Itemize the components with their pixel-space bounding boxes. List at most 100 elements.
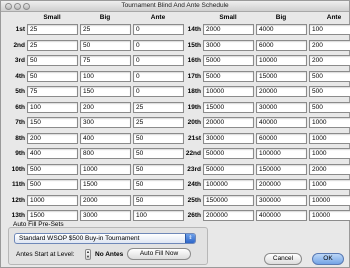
ante-blind-field[interactable]: 0	[133, 39, 184, 51]
ante-blind-field[interactable]: 1000	[309, 132, 350, 144]
header-ante-left: Ante	[150, 14, 166, 21]
small-blind-field[interactable]: 75	[27, 86, 78, 97]
big-blind-field[interactable]: 300000	[256, 194, 307, 206]
small-blind-field[interactable]: 10000	[203, 86, 254, 97]
big-blind-field[interactable]: 400000	[256, 210, 307, 221]
small-blind-field[interactable]: 200	[27, 132, 78, 144]
antes-level-stepper[interactable]: ▲ ▼	[85, 249, 91, 260]
small-blind-field[interactable]: 50000	[203, 163, 254, 175]
big-blind-field[interactable]: 20000	[256, 86, 307, 97]
level-label: 9th	[15, 150, 25, 157]
small-blind-field[interactable]: 50	[27, 70, 78, 82]
ante-blind-field[interactable]: 10000	[309, 194, 350, 206]
small-blind-field[interactable]: 50	[27, 55, 78, 66]
small-blind-field[interactable]: 25	[27, 24, 78, 35]
small-blind-field[interactable]: 150000	[203, 194, 254, 206]
ante-blind-field[interactable]: 200	[309, 55, 350, 66]
level-label: 7th	[15, 119, 25, 126]
ante-blind-field[interactable]: 2000	[309, 163, 350, 175]
big-blind-field[interactable]: 100	[80, 70, 131, 82]
ante-blind-field[interactable]: 500	[309, 70, 350, 82]
big-blind-field[interactable]: 150000	[256, 163, 307, 175]
big-blind-field[interactable]: 200000	[256, 179, 307, 190]
small-blind-field[interactable]: 30000	[203, 132, 254, 144]
ante-blind-field[interactable]: 1000	[309, 179, 350, 190]
ante-blind-field[interactable]: 50	[133, 148, 184, 159]
ante-blind-field[interactable]: 100	[133, 210, 184, 221]
auto-fill-now-button[interactable]: Auto Fill Now	[127, 248, 191, 260]
cancel-button[interactable]: Cancel	[264, 253, 302, 265]
small-blind-field[interactable]: 25	[27, 39, 78, 51]
small-blind-field[interactable]: 400	[27, 148, 78, 159]
level-label: 11th	[11, 181, 25, 188]
big-blind-field[interactable]: 1000	[80, 163, 131, 175]
ante-blind-field[interactable]: 50	[133, 132, 184, 144]
big-blind-field[interactable]: 4000	[256, 24, 307, 35]
big-blind-field[interactable]: 40000	[256, 117, 307, 128]
ante-blind-field[interactable]: 500	[309, 86, 350, 97]
big-blind-field[interactable]: 50	[80, 39, 131, 51]
ante-blind-field[interactable]: 200	[309, 39, 350, 51]
level-label: 4th	[15, 72, 25, 80]
ante-blind-field[interactable]: 500	[309, 101, 350, 113]
small-blind-field[interactable]: 100	[27, 101, 78, 113]
antes-start-label: Antes Start at Level:	[16, 251, 75, 258]
small-blind-field[interactable]: 500	[27, 163, 78, 175]
ante-blind-field[interactable]: 1000	[309, 117, 350, 128]
level-label: 23rd	[187, 165, 201, 173]
big-blind-field[interactable]: 15000	[256, 70, 307, 82]
ante-blind-field[interactable]: 0	[133, 86, 184, 97]
level-label: 24th	[187, 181, 201, 188]
small-blind-field[interactable]: 150	[27, 117, 78, 128]
level-label: 3rd	[14, 57, 25, 64]
small-blind-field[interactable]: 15000	[203, 101, 254, 113]
big-blind-field[interactable]: 800	[80, 148, 131, 159]
ante-blind-field[interactable]: 0	[133, 24, 184, 35]
ok-button[interactable]: OK	[312, 253, 344, 265]
ante-blind-field[interactable]: 0	[133, 70, 184, 82]
big-blind-field[interactable]: 60000	[256, 132, 307, 144]
big-blind-field[interactable]: 25	[80, 24, 131, 35]
small-blind-field[interactable]: 20000	[203, 117, 254, 128]
ante-blind-field[interactable]: 100	[309, 24, 350, 35]
ante-blind-field[interactable]: 50	[133, 194, 184, 206]
big-blind-field[interactable]: 30000	[256, 101, 307, 113]
ante-blind-field[interactable]: 1000	[309, 148, 350, 159]
big-blind-field[interactable]: 6000	[256, 39, 307, 51]
small-blind-field[interactable]: 500	[27, 179, 78, 190]
small-blind-field[interactable]: 1500	[27, 210, 78, 221]
level-label: 10th	[11, 165, 25, 173]
preset-select[interactable]: Standard WSOP $500 Buy-in Tournament ⇕	[14, 233, 196, 244]
big-blind-field[interactable]: 150	[80, 86, 131, 97]
big-blind-field[interactable]: 75	[80, 55, 131, 66]
header-big-right: Big	[275, 14, 287, 21]
big-blind-field[interactable]: 200	[80, 101, 131, 113]
small-blind-field[interactable]: 3000	[203, 39, 254, 51]
window-title: Tournament Blind And Ante Schedule	[121, 2, 229, 9]
big-blind-field[interactable]: 3000	[80, 210, 131, 221]
small-blind-field[interactable]: 100000	[203, 179, 254, 190]
small-blind-field[interactable]: 50000	[203, 148, 254, 159]
big-blind-field[interactable]: 400	[80, 132, 131, 144]
big-blind-field[interactable]: 1500	[80, 179, 131, 190]
ante-blind-field[interactable]: 25	[133, 117, 184, 128]
big-blind-field[interactable]: 300	[80, 117, 131, 128]
small-blind-field[interactable]: 2000	[203, 24, 254, 35]
big-blind-field[interactable]: 2000	[80, 194, 131, 206]
small-blind-field[interactable]: 200000	[203, 210, 254, 221]
ante-blind-field[interactable]: 25	[133, 101, 184, 113]
ante-blind-field[interactable]: 10000	[309, 210, 350, 221]
small-blind-field[interactable]: 1000	[27, 194, 78, 206]
level-label: 1st	[15, 26, 25, 33]
level-label: 6th	[15, 103, 25, 111]
small-blind-field[interactable]: 5000	[203, 55, 254, 66]
big-blind-field[interactable]: 10000	[256, 55, 307, 66]
presets-group-label: Auto Fill Pre-Sets	[13, 221, 64, 228]
ante-blind-field[interactable]: 50	[133, 163, 184, 175]
ante-blind-field[interactable]: 50	[133, 179, 184, 190]
small-blind-field[interactable]: 5000	[203, 70, 254, 82]
big-blind-field[interactable]: 100000	[256, 148, 307, 159]
preset-select-value: Standard WSOP $500 Buy-in Tournament	[19, 235, 140, 242]
select-arrows-icon: ⇕	[185, 234, 195, 243]
ante-blind-field[interactable]: 0	[133, 55, 184, 66]
